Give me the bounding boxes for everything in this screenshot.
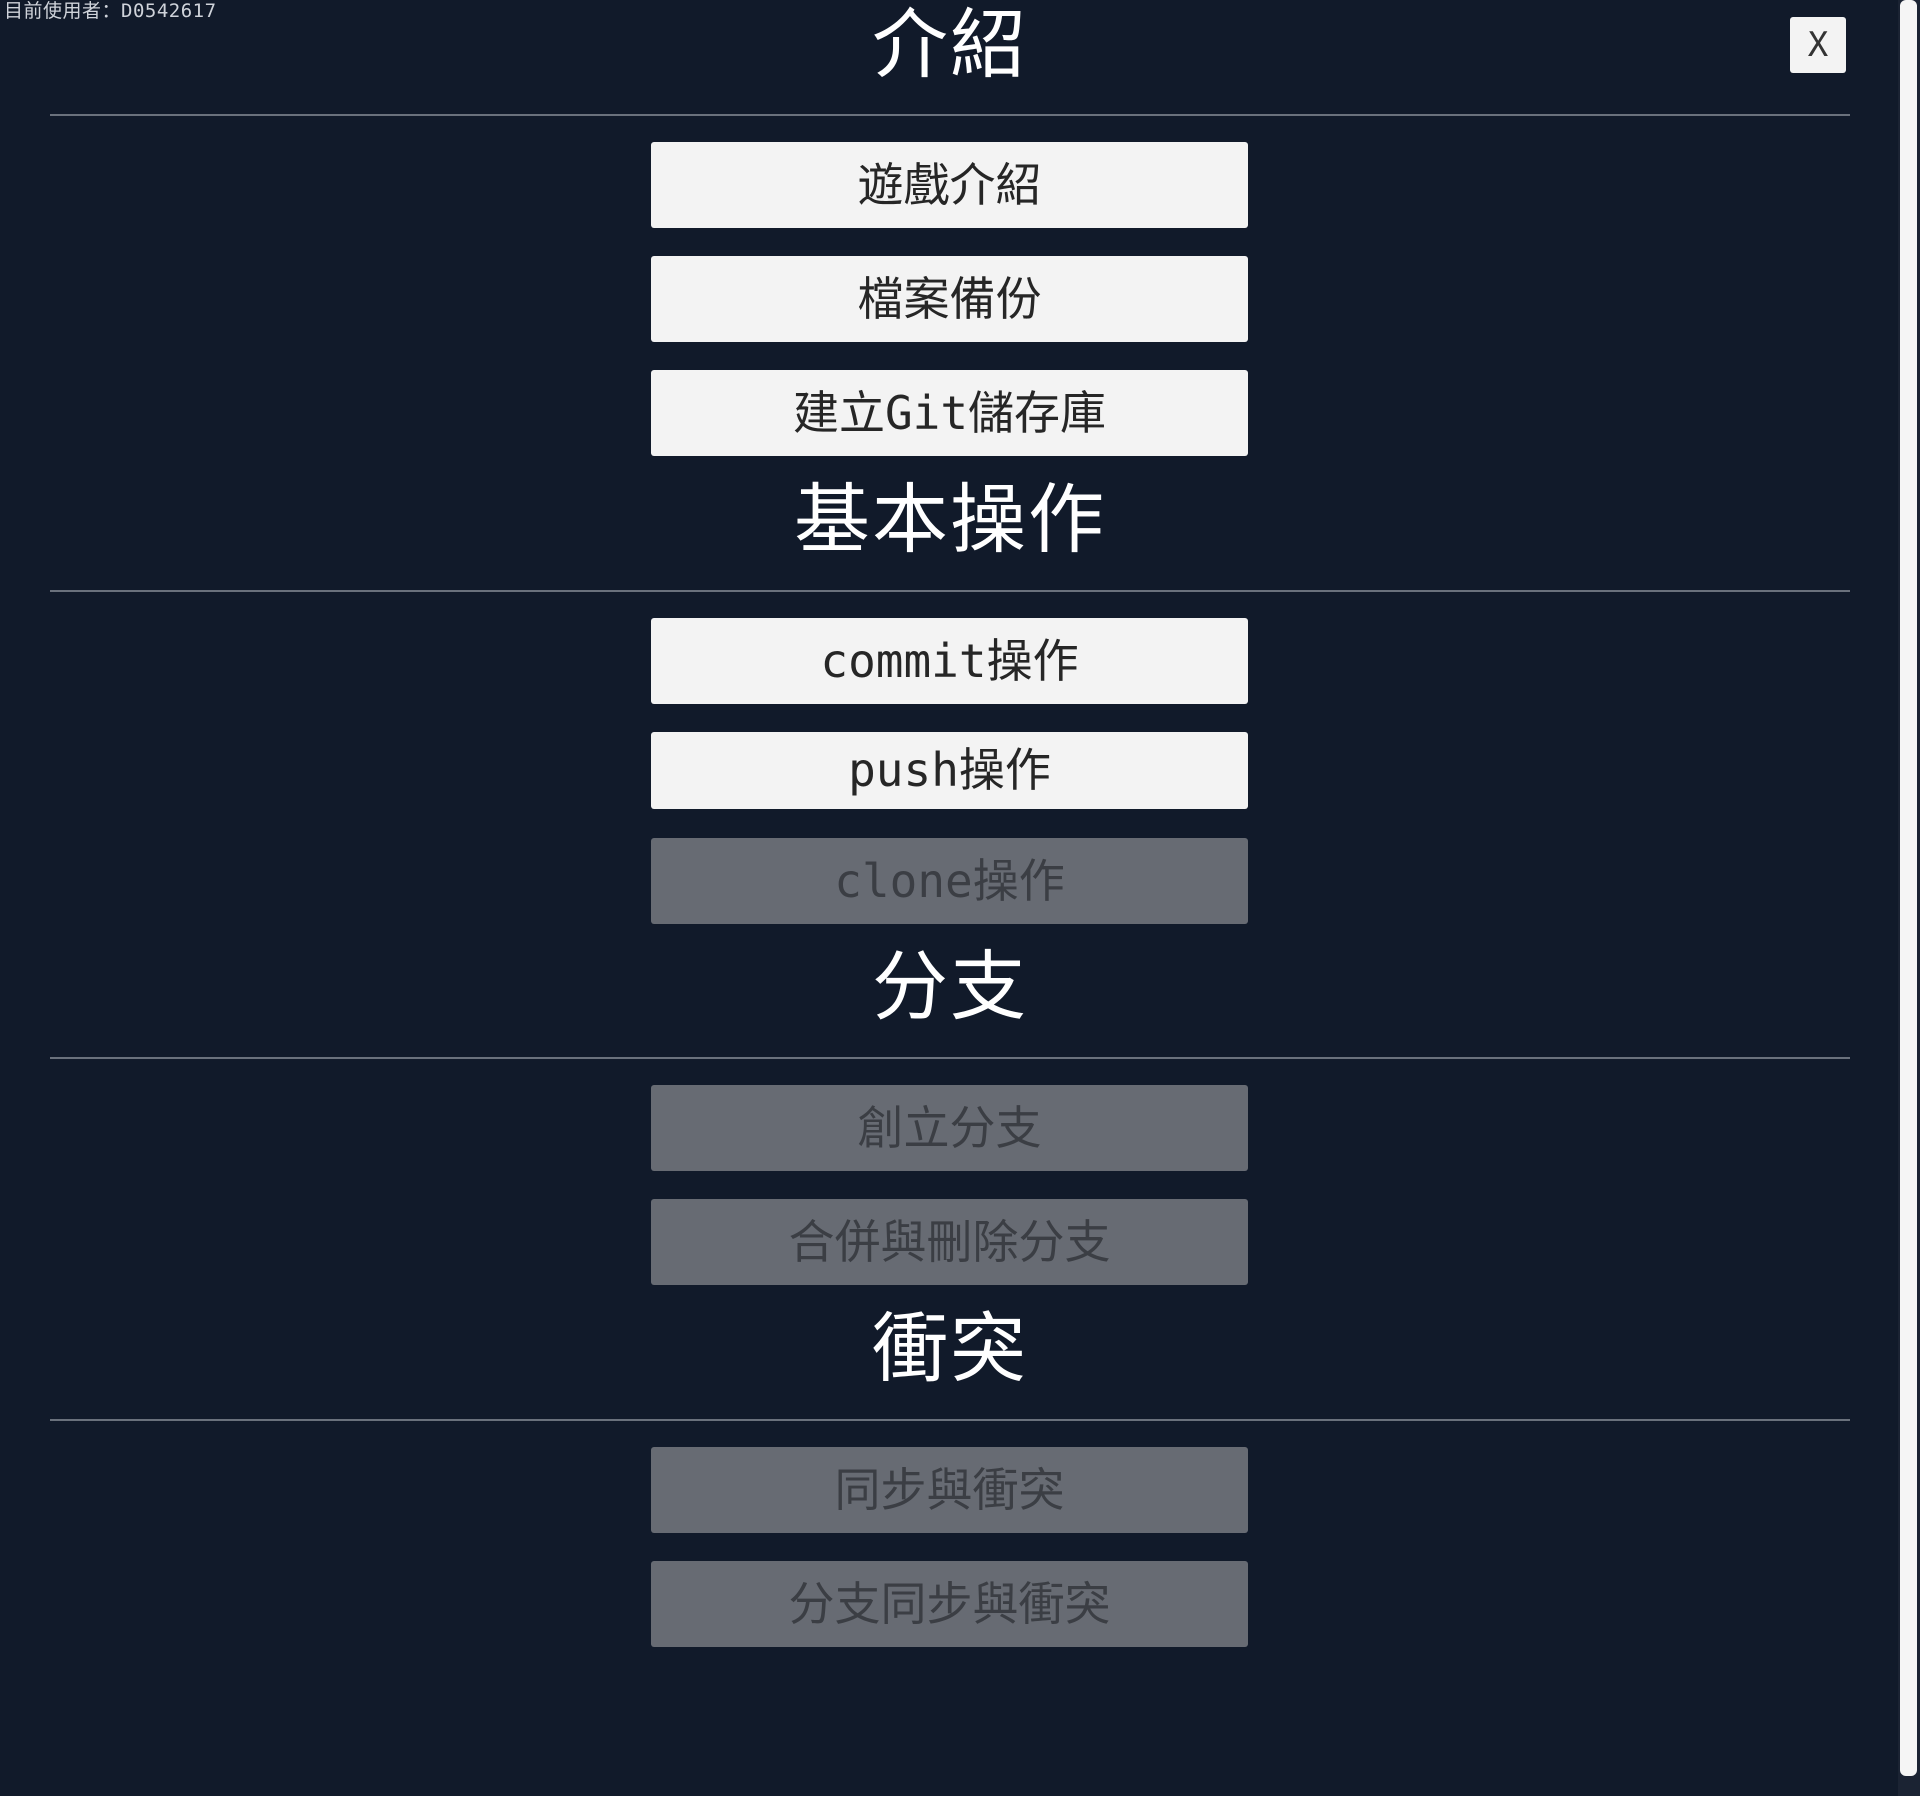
menu-button-game-intro[interactable]: 遊戲介紹: [651, 142, 1248, 228]
menu-button-push[interactable]: push操作: [651, 732, 1248, 809]
section-title-intro: 介紹: [872, 0, 1028, 89]
section-title-basic-operations: 基本操作: [794, 475, 1106, 564]
menu-button-sync-conflict[interactable]: 同步與衝突: [651, 1447, 1248, 1533]
scrollbar-thumb[interactable]: [1900, 0, 1917, 1776]
section-divider: [50, 1057, 1850, 1059]
menu-button-clone[interactable]: clone操作: [651, 838, 1248, 924]
section-title-branch: 分支: [872, 942, 1028, 1031]
menu-button-create-git-repo[interactable]: 建立Git儲存庫: [651, 370, 1248, 456]
section-divider: [50, 590, 1850, 592]
menu-button-merge-delete-branch[interactable]: 合併與刪除分支: [651, 1199, 1248, 1285]
menu-button-branch-sync-conflict[interactable]: 分支同步與衝突: [651, 1561, 1248, 1647]
menu-button-create-branch[interactable]: 創立分支: [651, 1085, 1248, 1171]
menu-button-commit[interactable]: commit操作: [651, 618, 1248, 704]
section-divider: [50, 114, 1850, 116]
menu-button-file-backup[interactable]: 檔案備份: [651, 256, 1248, 342]
section-title-conflict: 衝突: [872, 1304, 1028, 1393]
section-divider: [50, 1419, 1850, 1421]
